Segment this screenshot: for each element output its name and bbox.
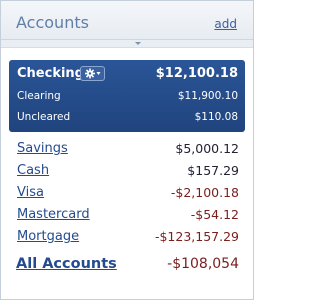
account-balance: -$2,100.18 [170,185,239,200]
all-accounts-total: -$108,054 [167,256,239,272]
add-account-link[interactable]: add [214,17,237,31]
account-row: Cash $157.29 [17,163,239,181]
account-link-cash[interactable]: Cash [17,163,49,178]
selected-account-total: $12,100.18 [155,66,238,81]
selected-account-name: Checking [17,66,84,81]
account-balance: $5,000.12 [175,141,239,156]
panel-header: Accounts add [1,1,253,40]
account-balance: -$123,157.29 [154,229,239,244]
account-link-mortgage[interactable]: Mortgage [17,229,79,244]
uncleared-label: Uncleared [17,111,71,123]
account-link-savings[interactable]: Savings [17,141,68,156]
clearing-value: $11,900.10 [177,90,238,102]
gear-icon [85,68,101,79]
account-row: Mortgage -$123,157.29 [17,229,239,247]
all-accounts-row: All Accounts -$108,054 [16,256,239,276]
collapse-handle[interactable] [1,40,253,48]
account-balance: $157.29 [187,163,239,178]
all-accounts-link[interactable]: All Accounts [16,256,117,272]
account-row: Savings $5,000.12 [17,141,239,159]
account-link-visa[interactable]: Visa [17,185,44,200]
uncleared-value: $110.08 [194,111,238,123]
clearing-label: Clearing [17,90,61,102]
panel-title: Accounts [16,13,89,32]
account-row: Visa -$2,100.18 [17,185,239,203]
account-options-button[interactable] [80,66,105,81]
accounts-panel: Accounts add Checking $12,100.18 Clearin… [0,0,254,300]
account-link-mastercard[interactable]: Mastercard [17,207,90,222]
account-row: Mastercard -$54.12 [17,207,239,225]
selected-account-card[interactable]: Checking $12,100.18 Clearing $11,900.10 … [9,60,245,132]
chevron-down-icon [135,42,141,45]
account-balance: -$54.12 [190,207,239,222]
